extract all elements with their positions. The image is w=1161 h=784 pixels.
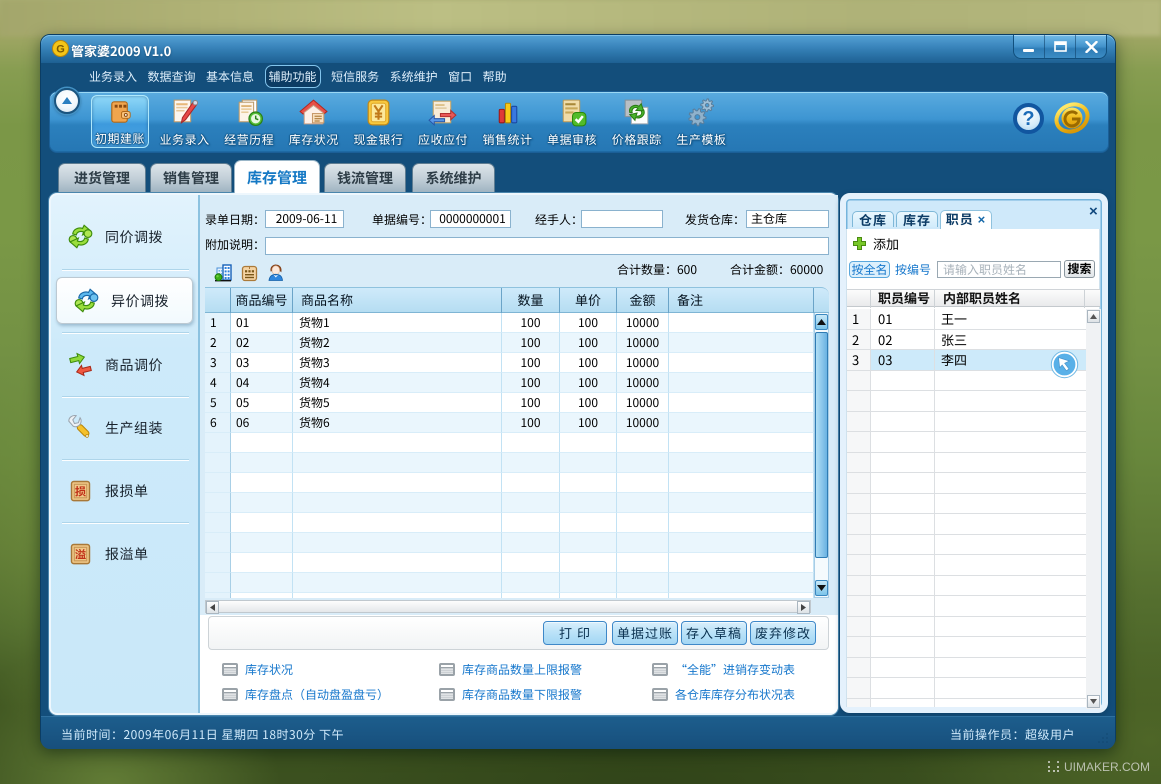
svg-text:G: G (56, 44, 65, 56)
svg-text:损: 损 (75, 484, 86, 500)
svg-text:溢: 溢 (75, 547, 86, 563)
